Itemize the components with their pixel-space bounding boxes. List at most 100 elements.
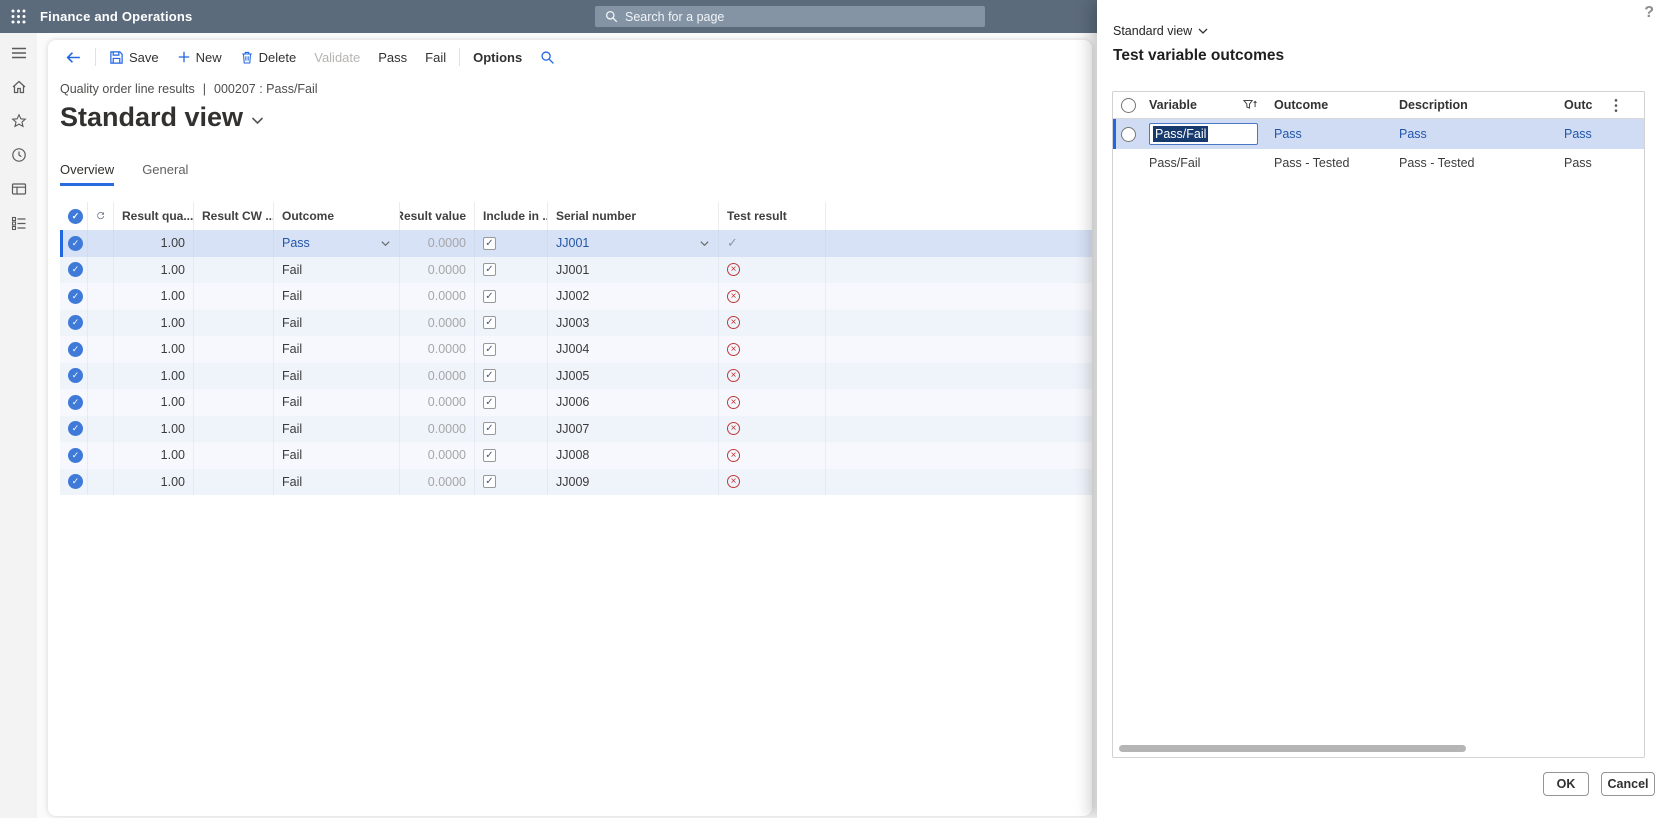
- serial-number-cell[interactable]: JJ008: [548, 442, 719, 469]
- include-checkbox[interactable]: ✓: [475, 283, 548, 310]
- column-header-test-result[interactable]: Test result: [719, 202, 826, 230]
- workspaces-icon[interactable]: [10, 180, 28, 198]
- help-icon[interactable]: ?: [1644, 4, 1654, 22]
- include-checkbox[interactable]: ✓: [475, 389, 548, 416]
- menu-icon[interactable]: [10, 44, 28, 62]
- row-select-checkbox[interactable]: ✓: [60, 442, 88, 469]
- serial-number-cell[interactable]: JJ005: [548, 362, 719, 389]
- column-header-outcome[interactable]: Outcome: [274, 202, 400, 230]
- result-quantity-cell[interactable]: 1.00: [114, 468, 194, 495]
- task-list-icon[interactable]: [10, 214, 28, 232]
- result-cw-cell[interactable]: [194, 283, 274, 310]
- result-quantity-cell[interactable]: 1.00: [114, 230, 194, 257]
- favorites-star-icon[interactable]: [10, 112, 28, 130]
- delete-button[interactable]: Delete: [231, 40, 306, 74]
- global-search-input[interactable]: Search for a page: [595, 6, 985, 27]
- fail-button[interactable]: Fail: [416, 40, 455, 74]
- serial-number-cell[interactable]: JJ001: [548, 230, 719, 257]
- result-cw-cell[interactable]: [194, 389, 274, 416]
- panel-column-outcome[interactable]: Outcome: [1266, 98, 1391, 112]
- include-checkbox[interactable]: ✓: [475, 230, 548, 257]
- panel-row[interactable]: Pass/Fail Pass Pass Pass: [1113, 119, 1644, 149]
- outcome-cell[interactable]: Fail: [274, 256, 400, 283]
- result-cw-cell[interactable]: [194, 415, 274, 442]
- grid-row[interactable]: ✓ 1.00 Fail 0.0000 ✓ JJ003 ×: [60, 309, 1092, 336]
- panel-select-radio[interactable]: [1113, 97, 1141, 113]
- outcome-cell[interactable]: Fail: [274, 415, 400, 442]
- serial-number-cell[interactable]: JJ001: [548, 256, 719, 283]
- row-select-checkbox[interactable]: ✓: [60, 362, 88, 389]
- home-icon[interactable]: [10, 78, 28, 96]
- outcome-cell[interactable]: Fail: [274, 336, 400, 363]
- grid-row[interactable]: ✓ 1.00 Fail 0.0000 ✓ JJ007 ×: [60, 415, 1092, 442]
- grid-row[interactable]: ✓ 1.00 Fail 0.0000 ✓ JJ004 ×: [60, 336, 1092, 363]
- result-quantity-cell[interactable]: 1.00: [114, 256, 194, 283]
- panel-variable-cell[interactable]: Pass/Fail: [1141, 156, 1266, 170]
- grid-row[interactable]: ✓ 1.00 Fail 0.0000 ✓ JJ001 ×: [60, 256, 1092, 283]
- select-all-checkbox[interactable]: ✓: [60, 202, 88, 230]
- column-header-result-cw[interactable]: Result CW ...: [194, 202, 274, 230]
- grid-row[interactable]: ✓ 1.00 Fail 0.0000 ✓ JJ009 ×: [60, 468, 1092, 495]
- serial-number-cell[interactable]: JJ007: [548, 415, 719, 442]
- serial-number-cell[interactable]: JJ003: [548, 309, 719, 336]
- panel-outcome-cell[interactable]: Pass: [1266, 127, 1391, 141]
- refresh-icon[interactable]: [88, 202, 114, 230]
- row-select-checkbox[interactable]: ✓: [60, 389, 88, 416]
- grid-row[interactable]: ✓ 1.00 Pass 0.0000 ✓ JJ001 ✓: [60, 230, 1092, 257]
- include-checkbox[interactable]: ✓: [475, 415, 548, 442]
- include-checkbox[interactable]: ✓: [475, 309, 548, 336]
- horizontal-scrollbar-thumb[interactable]: [1119, 745, 1466, 752]
- pass-button[interactable]: Pass: [369, 40, 416, 74]
- column-options-ellipsis-icon[interactable]: [1606, 98, 1644, 113]
- back-button[interactable]: [56, 40, 91, 74]
- panel-variable-cell[interactable]: Pass/Fail: [1141, 123, 1266, 145]
- include-checkbox[interactable]: ✓: [475, 256, 548, 283]
- column-header-include[interactable]: Include in ...: [475, 202, 548, 230]
- row-select-checkbox[interactable]: ✓: [60, 415, 88, 442]
- result-quantity-cell[interactable]: 1.00: [114, 415, 194, 442]
- row-select-checkbox[interactable]: ✓: [60, 230, 88, 257]
- column-header-result-value[interactable]: Result value: [400, 202, 475, 230]
- serial-number-cell[interactable]: JJ006: [548, 389, 719, 416]
- result-quantity-cell[interactable]: 1.00: [114, 362, 194, 389]
- result-cw-cell[interactable]: [194, 442, 274, 469]
- panel-view-selector[interactable]: Standard view: [1113, 24, 1209, 38]
- variable-input[interactable]: Pass/Fail: [1149, 123, 1258, 145]
- tab-general[interactable]: General: [142, 162, 188, 186]
- outcome-cell[interactable]: Fail: [274, 309, 400, 336]
- result-quantity-cell[interactable]: 1.00: [114, 283, 194, 310]
- column-header-result-quantity[interactable]: Result qua...: [114, 202, 194, 230]
- include-checkbox[interactable]: ✓: [475, 468, 548, 495]
- recent-clock-icon[interactable]: [10, 146, 28, 164]
- panel-description-cell[interactable]: Pass - Tested: [1391, 156, 1556, 170]
- breadcrumb-page[interactable]: Quality order line results: [60, 82, 195, 96]
- result-quantity-cell[interactable]: 1.00: [114, 309, 194, 336]
- row-select-checkbox[interactable]: ✓: [60, 309, 88, 336]
- options-button[interactable]: Options: [464, 40, 531, 74]
- panel-column-outcome-truncated[interactable]: Outc: [1556, 98, 1606, 112]
- result-quantity-cell[interactable]: 1.00: [114, 389, 194, 416]
- panel-column-variable[interactable]: Variable: [1141, 98, 1266, 112]
- save-button[interactable]: Save: [100, 40, 168, 74]
- panel-column-description[interactable]: Description: [1391, 98, 1556, 112]
- outcome-cell[interactable]: Fail: [274, 468, 400, 495]
- panel-row[interactable]: Pass/Fail Pass - Tested Pass - Tested Pass: [1113, 149, 1644, 177]
- include-checkbox[interactable]: ✓: [475, 362, 548, 389]
- outcome-cell[interactable]: Fail: [274, 442, 400, 469]
- include-checkbox[interactable]: ✓: [475, 336, 548, 363]
- include-checkbox[interactable]: ✓: [475, 442, 548, 469]
- ok-button[interactable]: OK: [1543, 772, 1589, 796]
- cancel-button[interactable]: Cancel: [1601, 772, 1655, 796]
- toolbar-search-button[interactable]: [531, 40, 564, 74]
- row-select-checkbox[interactable]: ✓: [60, 336, 88, 363]
- row-select-checkbox[interactable]: ✓: [60, 468, 88, 495]
- column-header-serial-number[interactable]: Serial number: [548, 202, 719, 230]
- validate-button[interactable]: Validate: [305, 40, 369, 74]
- result-quantity-cell[interactable]: 1.00: [114, 336, 194, 363]
- serial-number-cell[interactable]: JJ002: [548, 283, 719, 310]
- new-button[interactable]: New: [168, 40, 231, 74]
- row-select-checkbox[interactable]: ✓: [60, 283, 88, 310]
- row-select-checkbox[interactable]: ✓: [60, 256, 88, 283]
- serial-number-cell[interactable]: JJ009: [548, 468, 719, 495]
- serial-number-cell[interactable]: JJ004: [548, 336, 719, 363]
